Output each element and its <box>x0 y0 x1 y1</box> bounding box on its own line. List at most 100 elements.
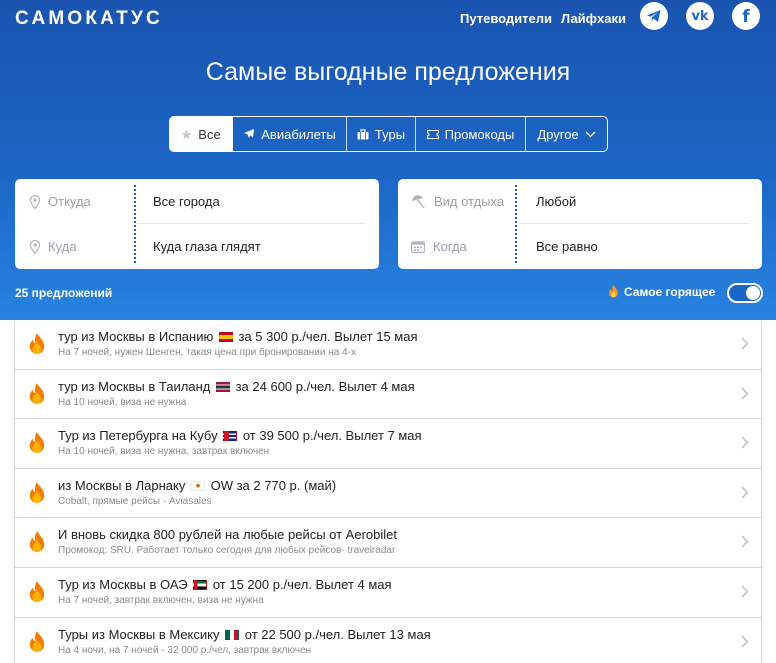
when-label: Когда <box>433 239 467 254</box>
offer-title: из Москвы в Ларнаку OW за 2 770 р. (май) <box>58 478 336 493</box>
offer-title-end: от 22 500 р./чел. Вылет 13 мая <box>244 626 431 642</box>
when-value: Все равно <box>536 239 598 254</box>
hot-filter-text: Самое горящее <box>624 284 716 299</box>
flame-icon <box>29 481 45 503</box>
flame-icon <box>29 531 45 553</box>
offer-title-start: Тур из Москвы в ОАЭ <box>58 576 188 592</box>
when-field[interactable]: Когда Все равно <box>398 224 762 269</box>
offer-title: Тур из Москвы в ОАЭ от 15 200 р./чел. Вы… <box>58 577 392 592</box>
offers-list: тур из Москвы в Испанию за 5 300 р./чел.… <box>14 320 762 663</box>
tab-all[interactable]: Все <box>170 117 233 151</box>
telegram-icon[interactable] <box>640 2 668 30</box>
tab-other-label: Другое <box>537 126 579 142</box>
chevron-right-icon <box>741 634 749 648</box>
offer-title-end: за 24 600 р./чел. Вылет 4 мая <box>235 378 415 394</box>
location-pin-icon <box>30 194 40 209</box>
suitcase-icon <box>357 128 369 139</box>
offer-title: Туры из Москвы в Мексику от 22 500 р./че… <box>58 627 431 642</box>
flame-icon <box>29 581 45 602</box>
from-field[interactable]: Откуда Все города <box>15 179 379 224</box>
chevron-down-icon <box>585 131 596 137</box>
hot-filter-label: Самое горящее <box>608 284 715 299</box>
offer-subtitle: На 7 ночей, завтрак включен, виза не нуж… <box>58 594 264 606</box>
offer-title-start: тур из Москвы в Испанию <box>58 329 214 344</box>
chevron-right-icon <box>741 337 749 350</box>
offer-title: Тур из Петербурга на Кубу от 39 500 р./ч… <box>58 428 422 443</box>
calendar-icon <box>411 241 425 253</box>
mexico-flag-icon <box>225 629 240 640</box>
offer-item[interactable]: Тур из Петербурга на Кубу от 39 500 р./ч… <box>15 419 761 469</box>
offer-title-start: И вновь скидка 800 рублей на любые рейсы… <box>58 527 397 543</box>
tab-promocodes-label: Промокоды <box>444 126 515 142</box>
offer-title-end: от 39 500 р./чел. Вылет 7 мая <box>242 428 422 444</box>
offer-item[interactable]: Тур из Москвы в ОАЭ от 15 200 р./чел. Вы… <box>15 568 761 618</box>
offer-item[interactable]: Туры из Москвы в Мексику от 22 500 р./че… <box>15 618 761 663</box>
fb-glyph: f <box>742 7 750 27</box>
site-logo[interactable]: САМОКАТУС <box>15 8 163 30</box>
route-search-panel: Откуда Все города Куда Куда глаза глядят <box>15 179 379 269</box>
chevron-right-icon <box>741 387 749 400</box>
nav-lifehacks-link[interactable]: Лайфхаки <box>561 11 626 26</box>
to-field[interactable]: Куда Куда глаза глядят <box>15 224 379 269</box>
tab-flights-label: Авиабилеты <box>261 126 336 142</box>
flame-icon <box>29 333 45 354</box>
offer-item[interactable]: тур из Москвы в Испанию за 5 300 р./чел.… <box>15 320 761 370</box>
offer-title-end: OW за 2 770 р. (май) <box>210 477 337 493</box>
offer-title: тур из Москвы в Испанию за 5 300 р./чел.… <box>58 329 418 344</box>
offer-item[interactable]: И вновь скидка 800 рублей на любые рейсы… <box>15 518 761 568</box>
offer-title-start: тур из Москвы в Таиланд <box>58 378 211 394</box>
to-value: Куда глаза глядят <box>153 239 261 254</box>
flame-icon <box>29 432 45 454</box>
beach-umbrella-icon <box>412 194 425 208</box>
offer-title-start: Тур из Петербурга на Кубу <box>58 428 218 444</box>
spain-flag-icon <box>218 332 233 342</box>
page-title: Самые выгодные предложения <box>205 58 571 86</box>
offer-subtitle: На 10 ночей, виза не нужна, завтрак вклю… <box>58 446 270 458</box>
vk-icon[interactable]: vk <box>686 2 714 30</box>
chevron-right-icon <box>741 436 749 449</box>
chevron-right-icon <box>741 486 749 499</box>
nav-guides-link[interactable]: Путеводители <box>460 11 552 26</box>
tab-other-dropdown[interactable]: Другое <box>526 117 607 151</box>
from-value: Все города <box>153 194 220 209</box>
cyprus-flag-icon <box>190 480 205 491</box>
thailand-flag-icon <box>215 381 230 392</box>
offer-title-start: Туры из Москвы в Мексику <box>58 626 220 642</box>
offer-subtitle: На 4 ночи, на 7 ночей - 32 000 р./чел, з… <box>58 644 312 656</box>
offer-title: И вновь скидка 800 рублей на любые рейсы… <box>58 527 397 542</box>
offer-title-end: от 15 200 р./чел. Вылет 4 мая <box>212 576 392 592</box>
vacation-type-label: Вид отдыха <box>434 194 505 209</box>
location-pin-icon <box>30 239 40 254</box>
tab-flights[interactable]: Авиабилеты <box>233 117 347 151</box>
flame-icon <box>29 382 45 404</box>
hot-filter-toggle[interactable] <box>727 283 763 303</box>
offer-subtitle: Промокод: SRU. Работает только сегодня д… <box>58 545 396 557</box>
offer-subtitle: На 10 ночей, виза не нужна <box>58 396 187 408</box>
offer-title-start: из Москвы в Ларнаку <box>58 477 186 493</box>
vacation-type-field[interactable]: Вид отдыха Любой <box>398 179 762 224</box>
tab-promocodes[interactable]: Промокоды <box>416 117 526 151</box>
offer-item[interactable]: тур из Москвы в Таиланд за 24 600 р./чел… <box>15 370 761 420</box>
facebook-icon[interactable]: f <box>732 2 760 30</box>
to-label: Куда <box>48 239 77 254</box>
tab-tours-label: Туры <box>374 126 406 142</box>
plane-icon <box>244 129 255 138</box>
ticket-icon <box>426 129 439 139</box>
chevron-right-icon <box>741 535 749 548</box>
vk-glyph: vk <box>691 8 709 24</box>
from-label: Откуда <box>48 194 91 209</box>
offer-item[interactable]: из Москвы в Ларнаку OW за 2 770 р. (май)… <box>15 469 761 519</box>
tab-tours[interactable]: Туры <box>347 117 416 151</box>
flame-icon <box>29 630 45 652</box>
offer-subtitle: На 7 ночей, нужен Шенген, такая цена при… <box>58 347 357 358</box>
chevron-right-icon <box>741 585 749 598</box>
star-icon <box>181 129 192 139</box>
offers-count: 25 предложений <box>15 286 113 300</box>
cuba-flag-icon <box>223 431 238 442</box>
offer-title: тур из Москвы в Таиланд за 24 600 р./чел… <box>58 379 415 394</box>
offer-title-end: за 5 300 р./чел. Вылет 15 мая <box>238 329 418 344</box>
flame-icon <box>609 284 618 298</box>
vacation-type-value: Любой <box>536 194 577 209</box>
offer-subtitle: Cobalt, прямые рейсы - Aviasales <box>58 495 212 507</box>
toggle-knob <box>746 286 760 300</box>
